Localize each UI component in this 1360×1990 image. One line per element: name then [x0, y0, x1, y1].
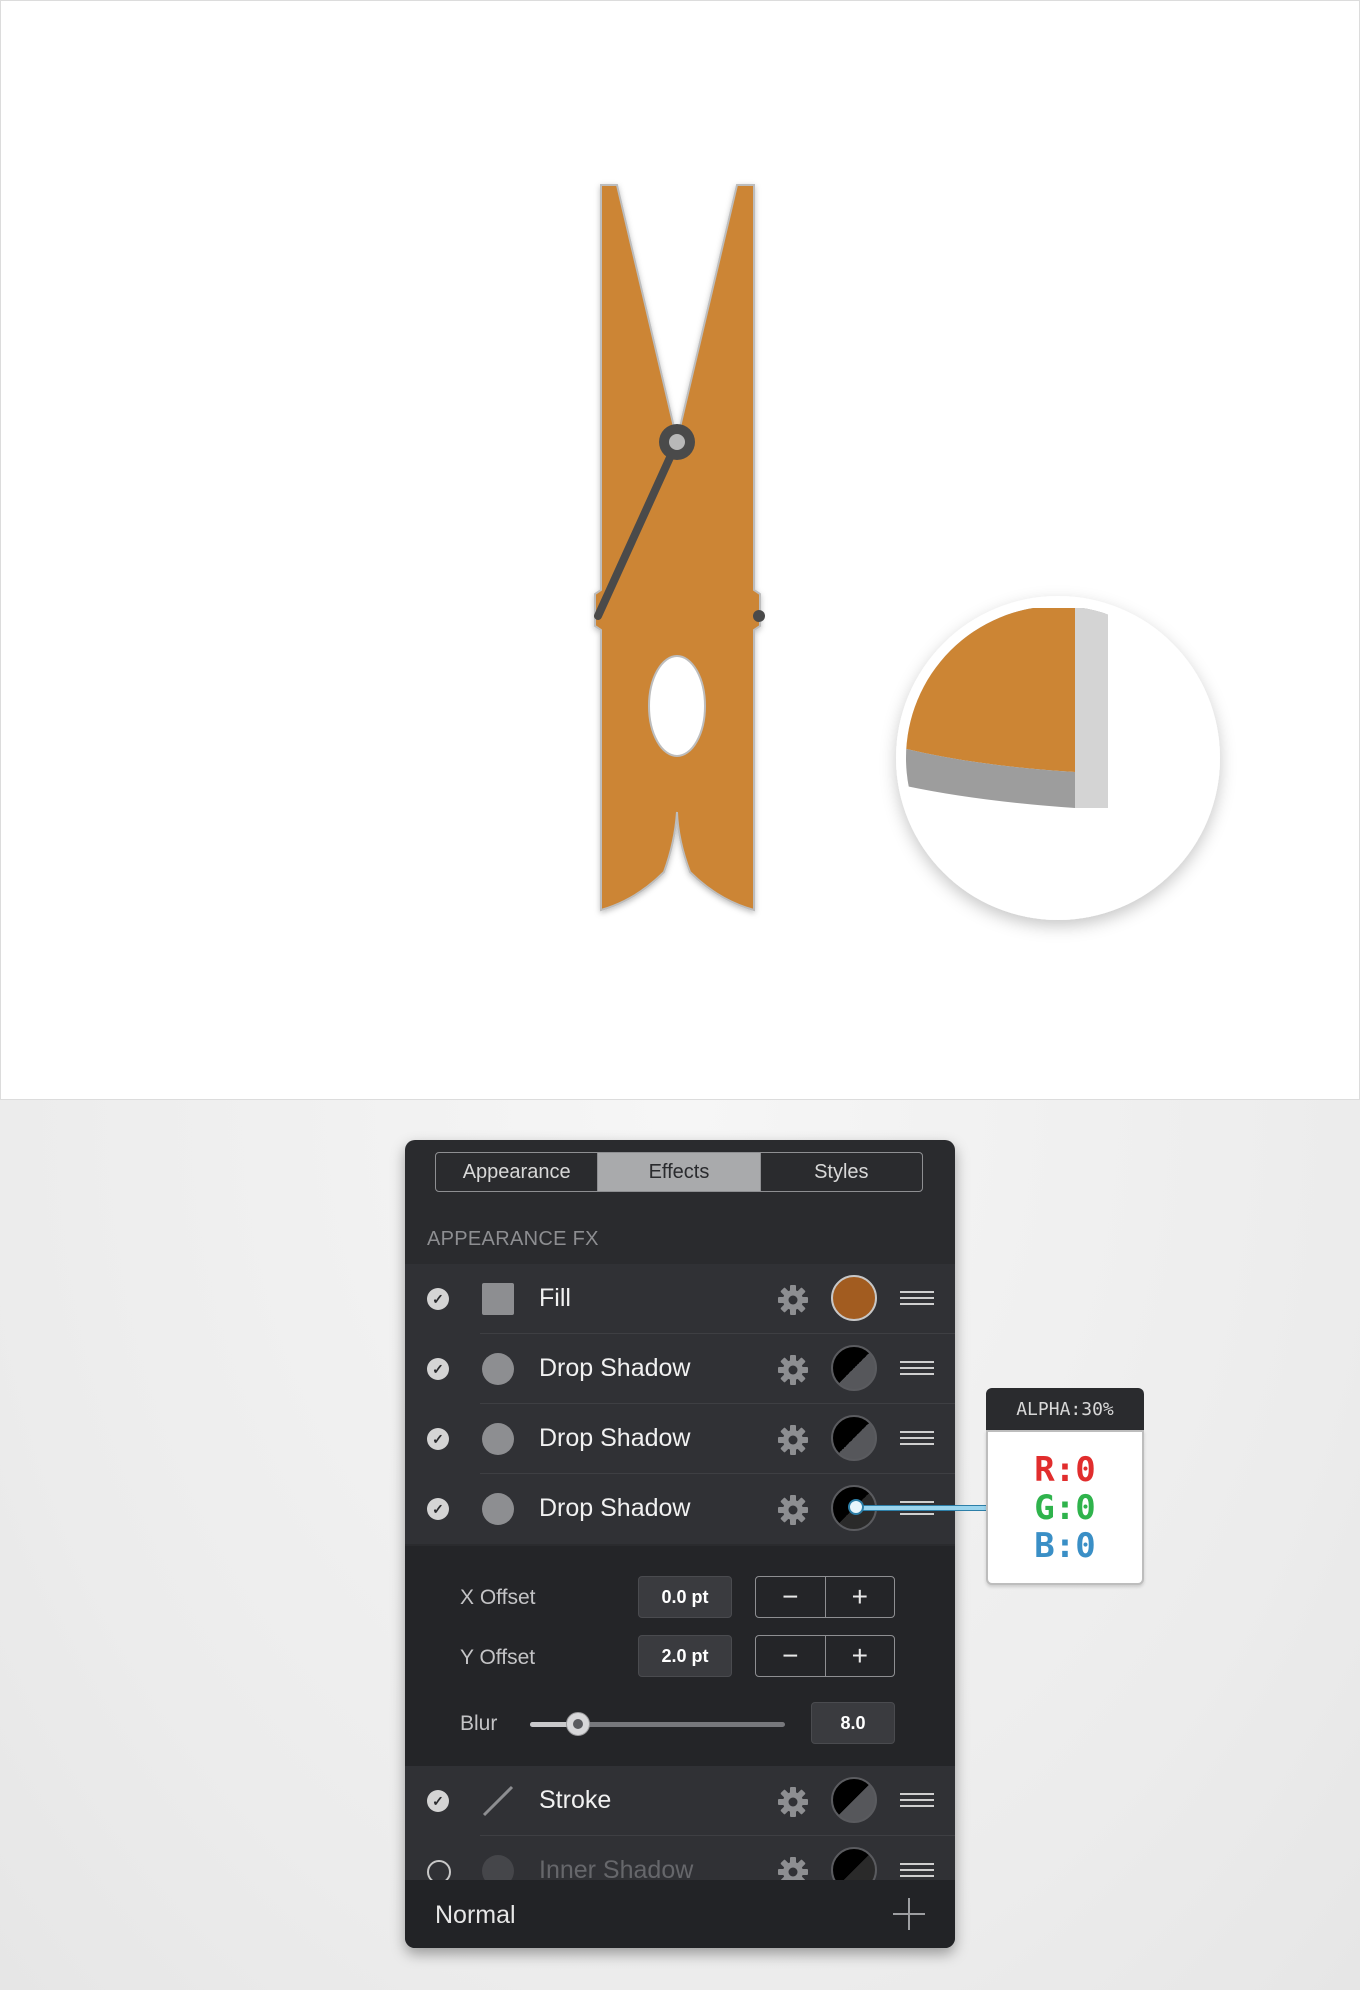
tab-effects[interactable]: Effects: [598, 1153, 761, 1191]
y-offset-input[interactable]: 2.0 pt: [638, 1635, 732, 1677]
clothespin-spring-end: [753, 610, 765, 622]
drag-handle-icon[interactable]: [900, 1863, 934, 1877]
enabled-check-icon[interactable]: ✓: [427, 1498, 449, 1520]
blend-mode-dropdown[interactable]: Normal: [435, 1901, 516, 1930]
x-offset-increment-button[interactable]: +: [826, 1577, 895, 1617]
drag-handle-icon[interactable]: [900, 1361, 934, 1375]
shadow-circle-icon: [482, 1353, 514, 1385]
drag-handle-icon[interactable]: [900, 1291, 934, 1305]
gear-icon[interactable]: [777, 1424, 809, 1456]
effect-label: Fill: [539, 1284, 571, 1312]
blur-slider-handle[interactable]: [566, 1712, 591, 1736]
enabled-check-icon[interactable]: ✓: [427, 1790, 449, 1812]
y-offset-increment-button[interactable]: +: [826, 1636, 895, 1676]
effects-list: ✓ Fill ✓ Drop Shadow ✓ Drop Shadow ✓ Dro…: [405, 1264, 955, 1544]
shadow-color-swatch[interactable]: [831, 1415, 877, 1461]
x-offset-stepper: − +: [755, 1576, 895, 1618]
effect-row-fill[interactable]: ✓ Fill: [405, 1264, 955, 1334]
drag-handle-icon[interactable]: [900, 1793, 934, 1807]
section-title: APPEARANCE FX: [427, 1228, 599, 1250]
effect-label: Drop Shadow: [539, 1424, 691, 1452]
shadow-color-swatch[interactable]: [831, 1345, 877, 1391]
fill-square-icon: [482, 1283, 514, 1315]
blur-value-input[interactable]: 8.0: [811, 1702, 895, 1744]
x-offset-input[interactable]: 0.0 pt: [638, 1576, 732, 1618]
gear-icon[interactable]: [777, 1354, 809, 1386]
enabled-check-icon[interactable]: ✓: [427, 1288, 449, 1310]
blur-label: Blur: [460, 1712, 498, 1735]
drop-shadow-settings: X Offset 0.0 pt − + Y Offset 2.0 pt − + …: [405, 1546, 955, 1766]
y-offset-label: Y Offset: [460, 1646, 536, 1669]
effect-row-drop-shadow-1[interactable]: ✓ Drop Shadow: [405, 1334, 955, 1404]
panel-tabs: Appearance Effects Styles: [435, 1152, 923, 1192]
enabled-check-icon[interactable]: ✓: [427, 1358, 449, 1380]
shadow-circle-icon: [482, 1423, 514, 1455]
red-value-label: R:0: [1034, 1449, 1096, 1490]
gear-icon[interactable]: [777, 1786, 809, 1818]
panel-footer: Normal: [405, 1880, 955, 1948]
effect-row-drop-shadow-2[interactable]: ✓ Drop Shadow: [405, 1404, 955, 1474]
blue-value-label: B:0: [1034, 1525, 1096, 1566]
alpha-callout-label: ALPHA:30%: [986, 1388, 1144, 1430]
fill-color-swatch[interactable]: [831, 1275, 877, 1321]
tab-styles[interactable]: Styles: [761, 1153, 922, 1191]
clothespin-hole: [648, 655, 706, 757]
x-offset-decrement-button[interactable]: −: [756, 1577, 826, 1617]
stroke-line-icon: [482, 1785, 514, 1817]
clothespin-artwork: [594, 184, 1220, 920]
shadow-circle-icon: [482, 1493, 514, 1525]
effect-label: Drop Shadow: [539, 1494, 691, 1522]
add-effect-icon[interactable]: [893, 1898, 925, 1930]
y-offset-decrement-button[interactable]: −: [756, 1636, 826, 1676]
callout-connector-line: [855, 1505, 987, 1511]
clothespin-spring-center: [669, 434, 685, 450]
drag-handle-icon[interactable]: [900, 1431, 934, 1445]
y-offset-stepper: − +: [755, 1635, 895, 1677]
rgb-callout-card: R:0 G:0 B:0: [986, 1430, 1144, 1585]
appearance-panel: Appearance Effects Styles APPEARANCE FX …: [405, 1140, 955, 1948]
effect-label: Stroke: [539, 1786, 612, 1814]
x-offset-label: X Offset: [460, 1586, 536, 1609]
gear-icon[interactable]: [777, 1494, 809, 1526]
clothespin-body: [594, 184, 761, 912]
tab-appearance[interactable]: Appearance: [436, 1153, 599, 1191]
gear-icon[interactable]: [777, 1284, 809, 1316]
enabled-check-icon[interactable]: ✓: [427, 1428, 449, 1450]
stroke-color-swatch[interactable]: [831, 1777, 877, 1823]
effect-row-stroke[interactable]: ✓ Stroke: [405, 1766, 955, 1836]
callout-anchor-dot: [848, 1499, 864, 1515]
zoom-detail-circle: [896, 596, 1220, 920]
effect-label: Drop Shadow: [539, 1354, 691, 1382]
green-value-label: G:0: [1034, 1487, 1096, 1528]
